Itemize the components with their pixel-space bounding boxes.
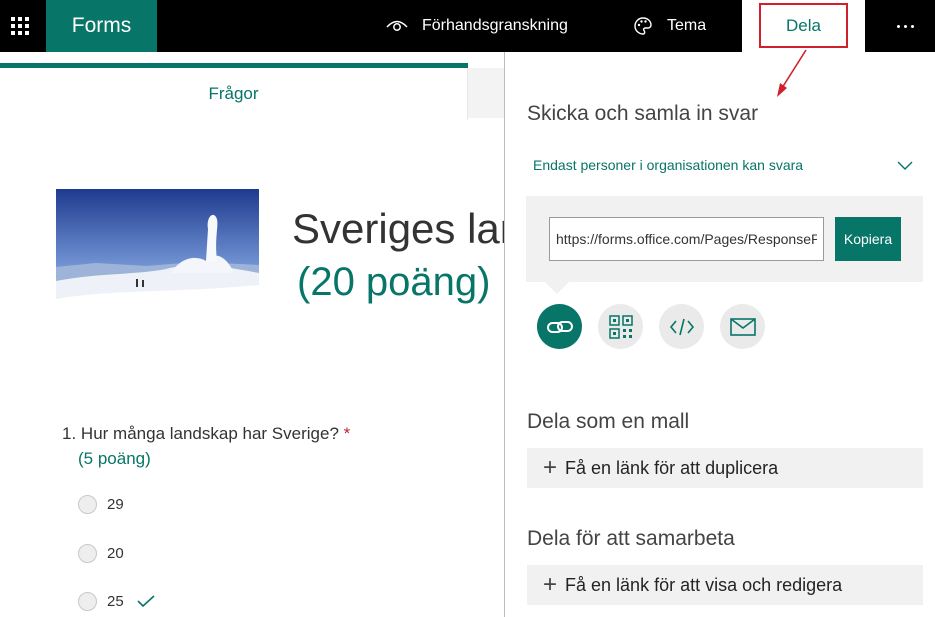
more-options-button[interactable] — [890, 0, 920, 52]
plus-icon: + — [543, 454, 558, 481]
option-label: 25 — [107, 592, 124, 610]
waffle-icon — [11, 17, 29, 35]
email-icon — [729, 317, 756, 336]
theme-button[interactable]: Tema — [633, 0, 706, 52]
palette-icon — [634, 17, 652, 35]
eye-icon — [386, 20, 408, 31]
send-collect-heading: Skicka och samla in svar — [527, 102, 759, 125]
share-button[interactable]: Dela — [759, 3, 848, 48]
ellipsis-icon — [896, 24, 900, 28]
qr-share-button[interactable] — [598, 304, 643, 349]
collaborate-link-label: Få en länk för att visa och redigera — [565, 574, 843, 595]
plus-icon: + — [543, 571, 558, 598]
audience-label: Endast personer i organisationen kan sva… — [533, 157, 804, 173]
template-heading: Dela som en mall — [527, 410, 690, 433]
option-label: 20 — [107, 544, 124, 562]
theme-label: Tema — [667, 17, 707, 34]
question-title[interactable]: 1. Hur många landskap har Sverige? * — [62, 424, 350, 444]
link-share-button[interactable] — [537, 304, 582, 349]
form-points: (20 poäng) — [297, 260, 491, 304]
radio-button[interactable] — [78, 494, 97, 514]
option-row[interactable]: 25 — [78, 591, 156, 611]
preview-label: Förhandsgranskning — [422, 17, 568, 34]
top-bar: Forms Förhandsgranskning Tema Dela — [0, 0, 935, 52]
embed-icon — [669, 318, 694, 335]
question-text: Hur många landskap har Sverige? — [80, 424, 339, 443]
app-name[interactable]: Forms — [46, 0, 157, 52]
copy-button[interactable]: Kopiera — [835, 217, 901, 261]
collaborate-heading: Dela för att samarbeta — [527, 527, 735, 550]
embed-share-button[interactable] — [659, 304, 704, 349]
tab-questions[interactable]: Frågor — [0, 68, 468, 120]
share-panel: Skicka och samla in svar Endast personer… — [504, 52, 935, 617]
duplicate-link-button[interactable]: + Få en länk för att duplicera — [527, 448, 923, 488]
preview-button[interactable]: Förhandsgranskning — [386, 0, 568, 52]
app-launcher-button[interactable] — [0, 0, 40, 52]
radio-button[interactable] — [78, 543, 97, 563]
question-points: (5 poäng) — [78, 449, 151, 468]
qr-code-icon — [608, 314, 633, 339]
required-marker: * — [343, 424, 351, 443]
link-icon — [546, 320, 573, 333]
option-label: 29 — [107, 495, 124, 513]
share-tab[interactable]: Dela — [742, 0, 865, 52]
chevron-down-icon — [897, 161, 913, 170]
share-link-box: Kopiera — [526, 196, 923, 282]
email-share-button[interactable] — [720, 304, 765, 349]
form-title[interactable]: Sveriges landskap — [292, 205, 506, 253]
audience-dropdown[interactable]: Endast personer i organisationen kan sva… — [533, 157, 913, 173]
question-number: 1. — [62, 424, 77, 443]
tab-responses[interactable] — [468, 68, 504, 118]
link-box-pointer — [545, 282, 569, 294]
share-method-options — [537, 304, 765, 349]
correct-answer-check-icon — [137, 595, 155, 608]
share-link-field[interactable] — [549, 217, 824, 261]
form-header-image — [56, 189, 259, 321]
collaborate-link-button[interactable]: + Få en länk för att visa och redigera — [527, 565, 923, 605]
duplicate-link-label: Få en länk för att duplicera — [565, 457, 779, 478]
radio-button[interactable] — [78, 591, 97, 611]
option-row[interactable]: 20 — [78, 543, 124, 563]
option-row[interactable]: 29 — [78, 494, 124, 514]
